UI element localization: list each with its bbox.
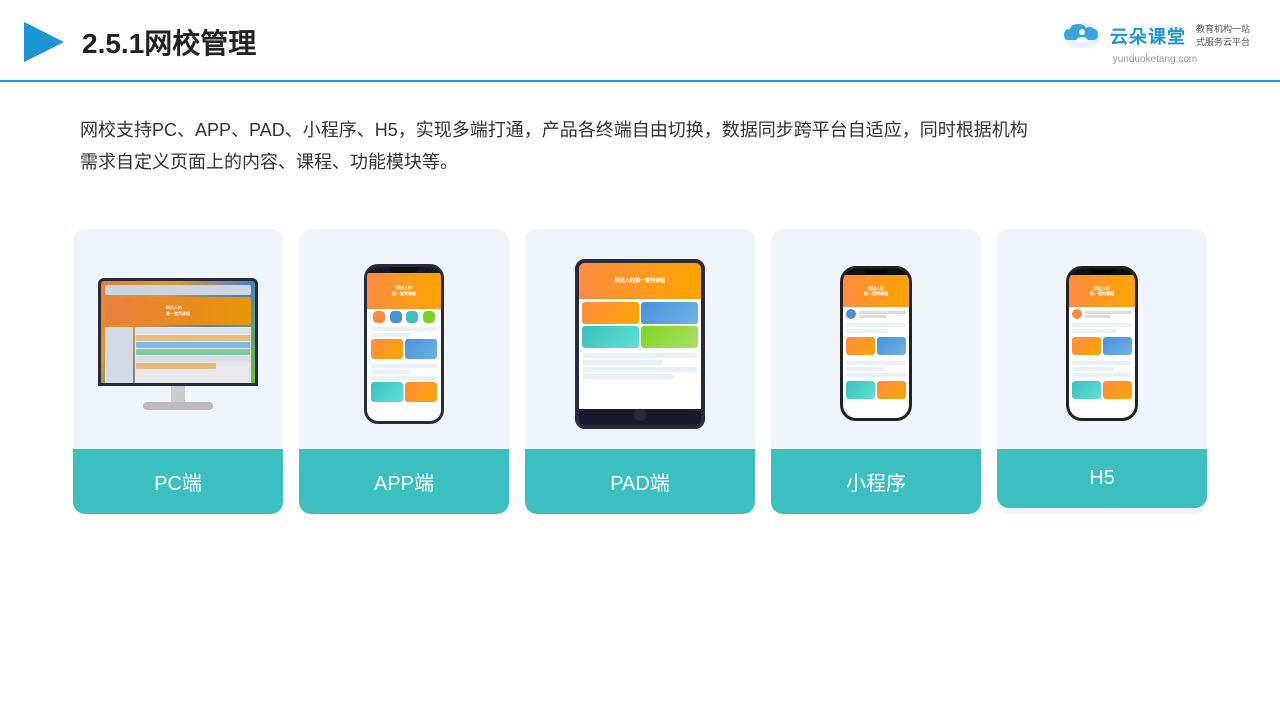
play-icon [20, 18, 68, 66]
card-label-h5: H5 [997, 449, 1207, 508]
mini-phone-screen: 职达人的第一堂判课程 [843, 275, 909, 418]
logo-subtitle: 教育机构一站 [1196, 23, 1250, 36]
card-image-pc: 职达人的第一堂判课程 [73, 229, 283, 449]
card-app: 职达人的第一堂判课程 [299, 229, 509, 514]
mini-phone-mockup-2: 职达人的第一堂判课程 [1066, 266, 1138, 421]
logo-url: yunduoketang.com [1113, 54, 1198, 65]
tablet-screen: 职达人的第一堂判课程 [579, 263, 701, 409]
monitor-body: 职达人的第一堂判课程 [98, 278, 258, 386]
cards-container: 职达人的第一堂判课程 [0, 199, 1280, 544]
card-label-pc: PC端 [73, 449, 283, 514]
monitor-stand [143, 402, 213, 410]
logo-cloud: 云朵课堂 教育机构一站 式服务云平台 [1060, 20, 1250, 52]
description-text: 网校支持PC、APP、PAD、小程序、H5，实现多端打通，产品各终端自由切换，数… [80, 114, 1200, 146]
pc-mockup: 职达人的第一堂判课程 [98, 278, 258, 410]
card-label-pad: PAD端 [525, 449, 755, 514]
logo-icon [1060, 20, 1104, 52]
mini-phone-mockup-1: 职达人的第一堂判课程 [840, 266, 912, 421]
tablet-mockup: 职达人的第一堂判课程 [575, 259, 705, 429]
card-miniprogram: 职达人的第一堂判课程 [771, 229, 981, 514]
monitor-screen: 职达人的第一堂判课程 [101, 281, 255, 383]
card-label-miniprogram: 小程序 [771, 449, 981, 514]
card-image-h5: 职达人的第一堂判课程 [997, 229, 1207, 449]
card-label-app: APP端 [299, 449, 509, 514]
logo-text: 云朵课堂 [1110, 23, 1186, 49]
card-image-miniprogram: 职达人的第一堂判课程 [771, 229, 981, 449]
logo-area: 云朵课堂 教育机构一站 式服务云平台 yunduoketang.com [1060, 20, 1250, 65]
card-h5: 职达人的第一堂判课程 [997, 229, 1207, 514]
page-title: 2.5.1网校管理 [82, 22, 256, 62]
card-pad: 职达人的第一堂判课程 PAD端 [525, 229, 755, 514]
card-pc: 职达人的第一堂判课程 [73, 229, 283, 514]
header-left: 2.5.1网校管理 [20, 18, 256, 66]
logo-subtitle2: 式服务云平台 [1196, 36, 1250, 49]
card-image-app: 职达人的第一堂判课程 [299, 229, 509, 449]
monitor-neck [171, 386, 185, 402]
tablet-home-btn [634, 409, 646, 421]
card-image-pad: 职达人的第一堂判课程 [525, 229, 755, 449]
description-text2: 需求自定义页面上的内容、课程、功能模块等。 [80, 146, 1200, 178]
mini-phone-notch [864, 269, 888, 274]
description: 网校支持PC、APP、PAD、小程序、H5，实现多端打通，产品各终端自由切换，数… [0, 82, 1280, 189]
phone-notch [390, 267, 418, 273]
mini-phone-screen-h5: 职达人的第一堂判课程 [1069, 275, 1135, 418]
header: 2.5.1网校管理 云朵课堂 教育机构一站 式服务云平台 yunduoketan… [0, 0, 1280, 82]
phone-mockup: 职达人的第一堂判课程 [364, 264, 444, 424]
mini-phone-notch-h5 [1090, 269, 1114, 274]
phone-screen: 职达人的第一堂判课程 [367, 273, 441, 421]
